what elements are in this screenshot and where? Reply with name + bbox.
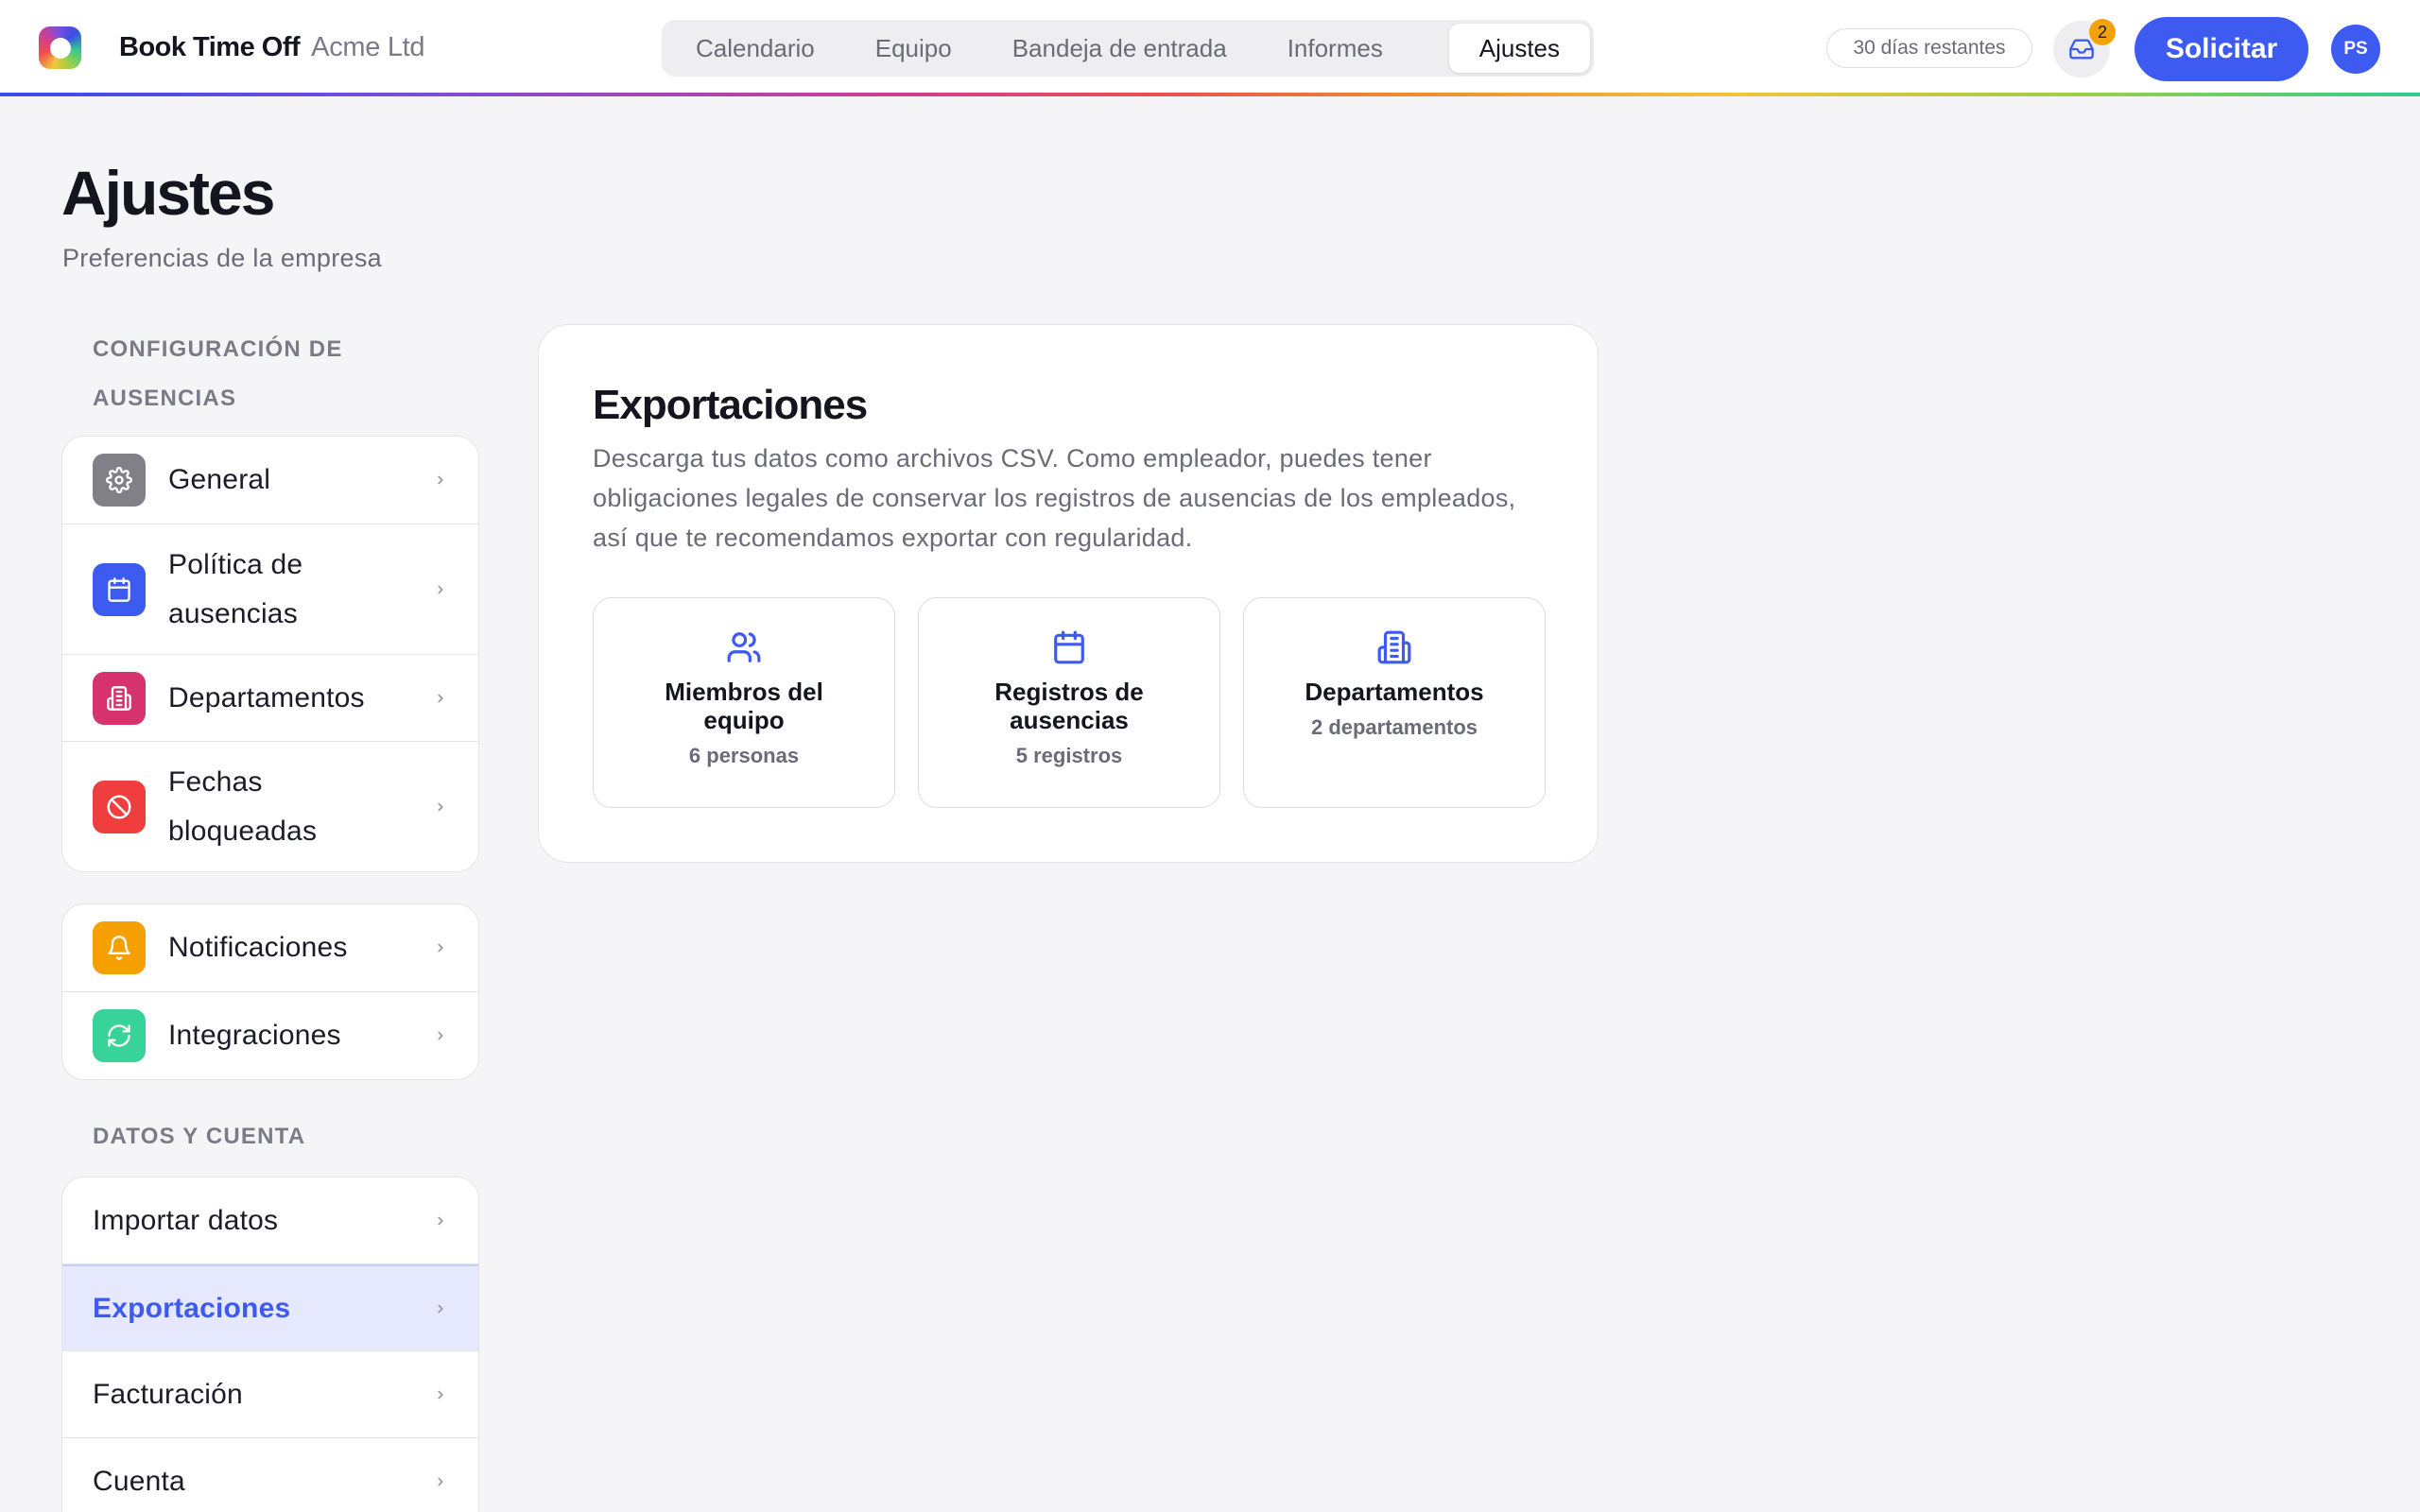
tile-title: Miembros del equipo — [665, 678, 823, 734]
exports-description: Descarga tus datos como archivos CSV. Co… — [593, 444, 1516, 552]
sidebar-group-data: Importar datos Exportaciones Facturación… — [61, 1177, 479, 1512]
refresh-icon — [93, 1009, 146, 1062]
sidebar-item-label: Exportaciones — [93, 1292, 291, 1324]
tile-title: Registros de ausencias — [994, 678, 1144, 734]
sidebar-item-account[interactable]: Cuenta — [62, 1438, 478, 1512]
sidebar-item-notifications[interactable]: Notificaciones — [62, 904, 478, 992]
block-icon — [93, 780, 146, 833]
users-icon — [725, 628, 763, 666]
sidebar-item-departments[interactable]: Departamentos — [62, 655, 478, 742]
sidebar-item-import-data[interactable]: Importar datos — [62, 1177, 478, 1264]
tile-subtitle: 6 personas — [688, 744, 800, 767]
chevron-right-icon — [431, 938, 450, 957]
inbox-count-badge: 2 — [2089, 19, 2116, 45]
tile-title: Departamentos — [1305, 678, 1484, 706]
sidebar-item-integrations[interactable]: Integraciones — [62, 992, 478, 1079]
exports-title: Exportaciones — [593, 382, 868, 428]
tab-equipo[interactable]: Equipo — [845, 24, 982, 73]
days-remaining-badge: 30 días restantes — [1826, 28, 2032, 68]
export-departments-button[interactable]: Departamentos 2 departamentos — [1243, 597, 1546, 808]
section-label-data-account: DATOS Y CUENTA — [93, 1124, 306, 1149]
sidebar-item-label: Fechas bloqueadas — [168, 765, 318, 847]
sidebar-item-blocked-dates[interactable]: Fechas bloqueadas — [62, 742, 478, 871]
exports-card: Exportaciones Descarga tus datos como ar… — [538, 324, 1599, 863]
sidebar-item-label: Facturación — [93, 1378, 243, 1410]
bell-icon — [93, 921, 146, 974]
page-title: Ajustes — [61, 158, 275, 228]
sidebar-group-integrations: Notificaciones Integraciones — [61, 903, 479, 1080]
building-icon — [93, 671, 146, 725]
export-absence-records-button[interactable]: Registros de ausencias 5 registros — [918, 597, 1220, 808]
chevron-right-icon — [431, 1026, 450, 1045]
chevron-right-icon — [431, 1211, 450, 1230]
chevron-right-icon — [431, 689, 450, 708]
sidebar-item-label: Integraciones — [168, 1020, 341, 1051]
top-bar: Book Time Off Acme Ltd Calendario Equipo… — [0, 0, 2420, 95]
sidebar-item-absence-policy[interactable]: Política de ausencias — [62, 524, 478, 655]
tab-ajustes[interactable]: Ajustes — [1448, 24, 1590, 73]
sidebar-item-label: Importar datos — [93, 1204, 279, 1236]
tab-calendario[interactable]: Calendario — [666, 24, 845, 73]
section-label-absence-settings: CONFIGURACIÓN DE AUSENCIAS — [93, 336, 343, 411]
chevron-right-icon — [431, 580, 450, 599]
export-options: Miembros del equipo 6 personas Registros… — [593, 597, 1546, 808]
brand[interactable]: Book Time Off Acme Ltd — [39, 26, 425, 69]
header-gradient-divider — [0, 93, 2420, 96]
app-name: Book Time Off — [119, 32, 301, 62]
sidebar-item-billing[interactable]: Facturación — [62, 1351, 478, 1438]
sidebar-item-label: Política de ausencias — [168, 548, 303, 629]
tab-informes[interactable]: Informes — [1257, 24, 1413, 73]
calendar-icon — [1050, 628, 1088, 666]
chevron-right-icon — [431, 1385, 450, 1404]
sidebar-item-label: Departamentos — [168, 681, 365, 713]
chevron-right-icon — [431, 1472, 450, 1491]
sidebar-item-exports[interactable]: Exportaciones — [62, 1264, 478, 1351]
export-team-members-button[interactable]: Miembros del equipo 6 personas — [593, 597, 895, 808]
sidebar-item-label: Cuenta — [93, 1466, 185, 1497]
tile-subtitle: 2 departamentos — [1310, 715, 1478, 739]
tile-subtitle: 5 registros — [1015, 744, 1123, 767]
chevron-right-icon — [431, 798, 450, 816]
chevron-right-icon — [431, 471, 450, 490]
request-button[interactable]: Solicitar — [2135, 17, 2308, 81]
building-icon — [1375, 628, 1413, 666]
sidebar-item-label: Notificaciones — [168, 932, 348, 963]
company-name: Acme Ltd — [311, 32, 425, 62]
tab-bandeja-de-entrada[interactable]: Bandeja de entrada — [982, 24, 1257, 73]
gear-icon — [93, 454, 146, 507]
sidebar-group-absence: General Política de ausencias Departamen… — [61, 436, 479, 872]
chevron-right-icon — [431, 1299, 450, 1318]
page-subtitle: Preferencias de la empresa — [62, 244, 382, 272]
main-nav: Calendario Equipo Bandeja de entrada Inf… — [662, 20, 1594, 77]
calendar-icon — [93, 562, 146, 616]
user-avatar[interactable]: PS — [2331, 25, 2380, 74]
app-logo-icon — [39, 26, 81, 69]
sidebar-item-general[interactable]: General — [62, 437, 478, 524]
sidebar-item-label: General — [168, 464, 271, 495]
